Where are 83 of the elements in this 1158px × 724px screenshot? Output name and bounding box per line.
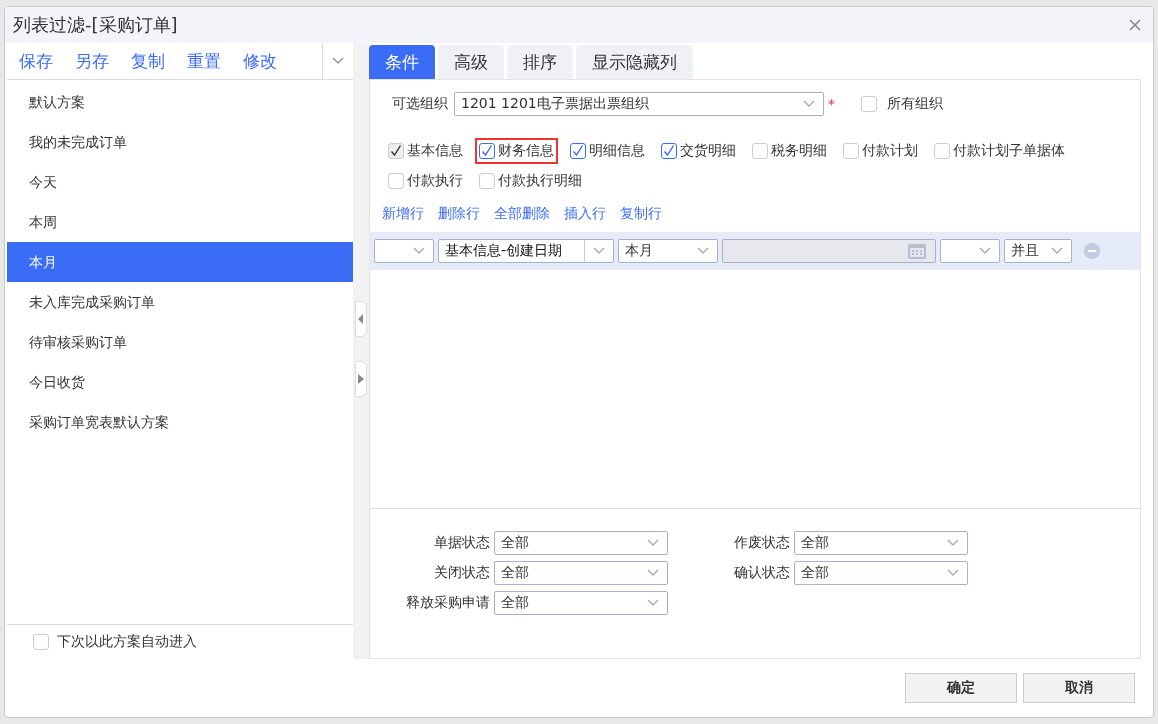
collapse-left-handle[interactable]: [355, 301, 367, 337]
checkbox[interactable]: [752, 143, 768, 159]
field-label: 单据状态: [433, 534, 490, 552]
chevron-down-icon: [803, 100, 815, 108]
org-dropdown[interactable]: 1201 1201电子票据出票组织: [454, 92, 824, 116]
calendar-icon[interactable]: [907, 242, 927, 260]
field-label: 确认状态: [733, 564, 790, 582]
status-dropdown[interactable]: 全部: [494, 531, 668, 555]
status-dropdown[interactable]: 全部: [494, 561, 668, 585]
toolbar-link[interactable]: 保存: [19, 49, 53, 73]
tab[interactable]: 高级: [438, 45, 504, 79]
chevron-down-icon: [947, 539, 959, 547]
remove-row-icon[interactable]: [1084, 243, 1100, 259]
toolbar-link[interactable]: 另存: [75, 49, 109, 73]
date-field[interactable]: [722, 239, 936, 263]
checkbox[interactable]: [388, 173, 404, 189]
chevron-down-icon: [647, 569, 659, 577]
chevron-down-icon: [332, 57, 344, 65]
logic-dropdown[interactable]: 并且: [1004, 239, 1072, 263]
tab[interactable]: 条件: [369, 45, 435, 79]
window-title: 列表过滤-[采购订单]: [13, 13, 178, 37]
scheme-item[interactable]: 我的未完成订单: [7, 122, 353, 162]
tab[interactable]: 显示隐藏列: [576, 45, 693, 79]
checkbox-label: 付款计划: [862, 142, 918, 160]
chevron-down-icon: [947, 569, 959, 577]
status-dropdown[interactable]: 全部: [794, 561, 968, 585]
bracket-dropdown[interactable]: [940, 239, 1000, 263]
toolbar-link[interactable]: 重置: [187, 49, 221, 73]
checkbox[interactable]: [934, 143, 950, 159]
field-label: 释放采购申请: [405, 594, 490, 612]
scheme-item[interactable]: 未入库完成采购订单: [7, 282, 353, 322]
field-label: 作废状态: [733, 534, 790, 552]
close-icon[interactable]: [1129, 19, 1141, 31]
checkbox[interactable]: [861, 96, 877, 112]
dialog-button[interactable]: 取消: [1023, 673, 1135, 703]
row-action-link[interactable]: 全部删除: [494, 205, 550, 223]
chevron-down-icon: [697, 247, 709, 255]
checkbox[interactable]: [843, 143, 859, 159]
field-label: 关闭状态: [433, 564, 490, 582]
checkbox-label: 明细信息: [589, 142, 645, 160]
checkbox[interactable]: [661, 143, 677, 159]
row-action-link[interactable]: 插入行: [564, 205, 606, 223]
checkbox-label: 付款执行明细: [498, 172, 582, 190]
chevron-down-icon: [979, 247, 991, 255]
row-action-link[interactable]: 新增行: [382, 205, 424, 223]
scheme-item[interactable]: 默认方案: [7, 82, 353, 122]
checkbox-label: 下次以此方案自动进入: [57, 633, 197, 651]
status-dropdown[interactable]: 全部: [794, 531, 968, 555]
chevron-down-icon: [593, 247, 605, 255]
operator-dropdown[interactable]: 本月: [618, 239, 718, 263]
checkbox-label: 财务信息: [498, 142, 554, 160]
checkbox[interactable]: [479, 143, 495, 159]
scheme-item[interactable]: 今日收货: [7, 362, 353, 402]
scheme-item[interactable]: 今天: [7, 162, 353, 202]
scheme-item[interactable]: 采购订单宽表默认方案: [7, 402, 353, 442]
status-dropdown[interactable]: 全部: [494, 591, 668, 615]
checkbox[interactable]: [570, 143, 586, 159]
row-action-link[interactable]: 删除行: [438, 205, 480, 223]
required-mark: *: [828, 96, 835, 112]
chevron-down-icon: [1051, 247, 1063, 255]
bracket-dropdown[interactable]: [374, 239, 434, 263]
row-action-link[interactable]: 复制行: [620, 205, 662, 223]
checkbox-label: 税务明细: [771, 142, 827, 160]
checkbox-label: 付款执行: [407, 172, 463, 190]
checkbox[interactable]: [33, 634, 49, 650]
toolbar-link[interactable]: 修改: [243, 49, 277, 73]
scheme-item[interactable]: 本月: [7, 242, 353, 282]
chevron-down-icon: [647, 539, 659, 547]
scheme-item[interactable]: 待审核采购订单: [7, 322, 353, 362]
dialog-button[interactable]: 确定: [905, 673, 1017, 703]
tab[interactable]: 排序: [507, 45, 573, 79]
checkbox-label: 付款计划子单据体: [953, 142, 1065, 160]
checkbox-label: 交货明细: [680, 142, 736, 160]
checkbox-label: 基本信息: [407, 142, 463, 160]
toolbar-link[interactable]: 复制: [131, 49, 165, 73]
checkbox-label: 所有组织: [887, 95, 943, 113]
chevron-down-icon: [647, 599, 659, 607]
chevron-down-icon: [413, 247, 425, 255]
scheme-item[interactable]: 本周: [7, 202, 353, 242]
checkbox[interactable]: [479, 173, 495, 189]
field-dropdown[interactable]: 基本信息-创建日期: [438, 239, 614, 263]
field-label: 可选组织: [392, 95, 448, 113]
expand-right-handle[interactable]: [355, 361, 367, 397]
